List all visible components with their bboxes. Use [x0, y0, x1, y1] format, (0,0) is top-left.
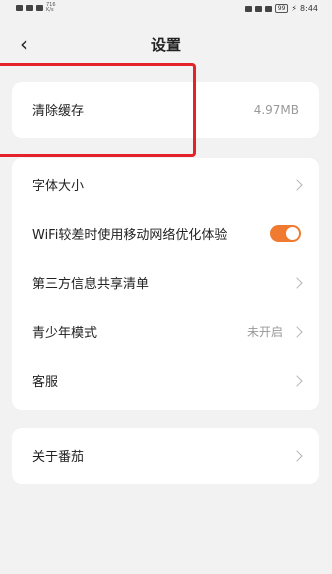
chevron-right-icon	[291, 178, 303, 191]
settings-row-customer-service[interactable]: 客服	[12, 356, 319, 405]
customer-service-label: 客服	[32, 375, 59, 390]
notification-icon	[16, 5, 23, 11]
clock: 8:44	[300, 4, 318, 13]
chevron-right-icon	[291, 276, 303, 289]
nav-bar: ‹ 设置	[0, 26, 332, 62]
network-speed: 716 K/s	[46, 2, 56, 13]
battery-indicator: 99	[274, 4, 289, 13]
vibrate-icon	[254, 5, 262, 12]
nfc-icon	[264, 5, 272, 12]
third-party-sharing-label: 第三方信息共享清单	[32, 277, 150, 292]
alarm-icon	[244, 5, 252, 12]
chevron-right-icon	[291, 325, 303, 338]
teen-mode-status: 未开启	[246, 325, 283, 339]
settings-row-font-size[interactable]: 字体大小	[12, 160, 319, 209]
font-size-label: 字体大小	[32, 179, 85, 194]
toggle-knob	[286, 227, 299, 240]
status-bar-right: 99 ⚡ 8:44	[244, 4, 318, 13]
settings-row-third-party-sharing[interactable]: 第三方信息共享清单	[12, 258, 319, 307]
status-bar: 716 K/s 99 ⚡ 8:44	[0, 0, 332, 20]
about-label: 关于番茄	[32, 450, 85, 465]
settings-row-wifi-optimize: WiFi较差时使用移动网络优化体验	[12, 209, 319, 258]
settings-card: 字体大小 WiFi较差时使用移动网络优化体验 第三方信息共享清单 青少年模式 未…	[12, 158, 319, 410]
page-title: 设置	[150, 36, 181, 54]
wifi-icon	[36, 5, 43, 11]
wifi-optimize-label: WiFi较差时使用移动网络优化体验	[32, 228, 228, 243]
wifi-optimize-toggle[interactable]	[270, 225, 301, 242]
settings-row-about[interactable]: 关于番茄	[12, 431, 319, 480]
cache-size-value: 4.97MB	[253, 102, 299, 117]
teen-mode-label: 青少年模式	[32, 326, 98, 341]
chevron-right-icon	[291, 374, 303, 387]
signal-icon	[26, 5, 33, 11]
about-card: 关于番茄	[12, 428, 319, 484]
charging-icon: ⚡	[291, 4, 298, 13]
chevron-right-icon	[291, 449, 303, 462]
highlight-box	[0, 63, 196, 157]
settings-row-teen-mode[interactable]: 青少年模式 未开启	[12, 307, 319, 356]
status-bar-left: 716 K/s	[16, 3, 58, 13]
